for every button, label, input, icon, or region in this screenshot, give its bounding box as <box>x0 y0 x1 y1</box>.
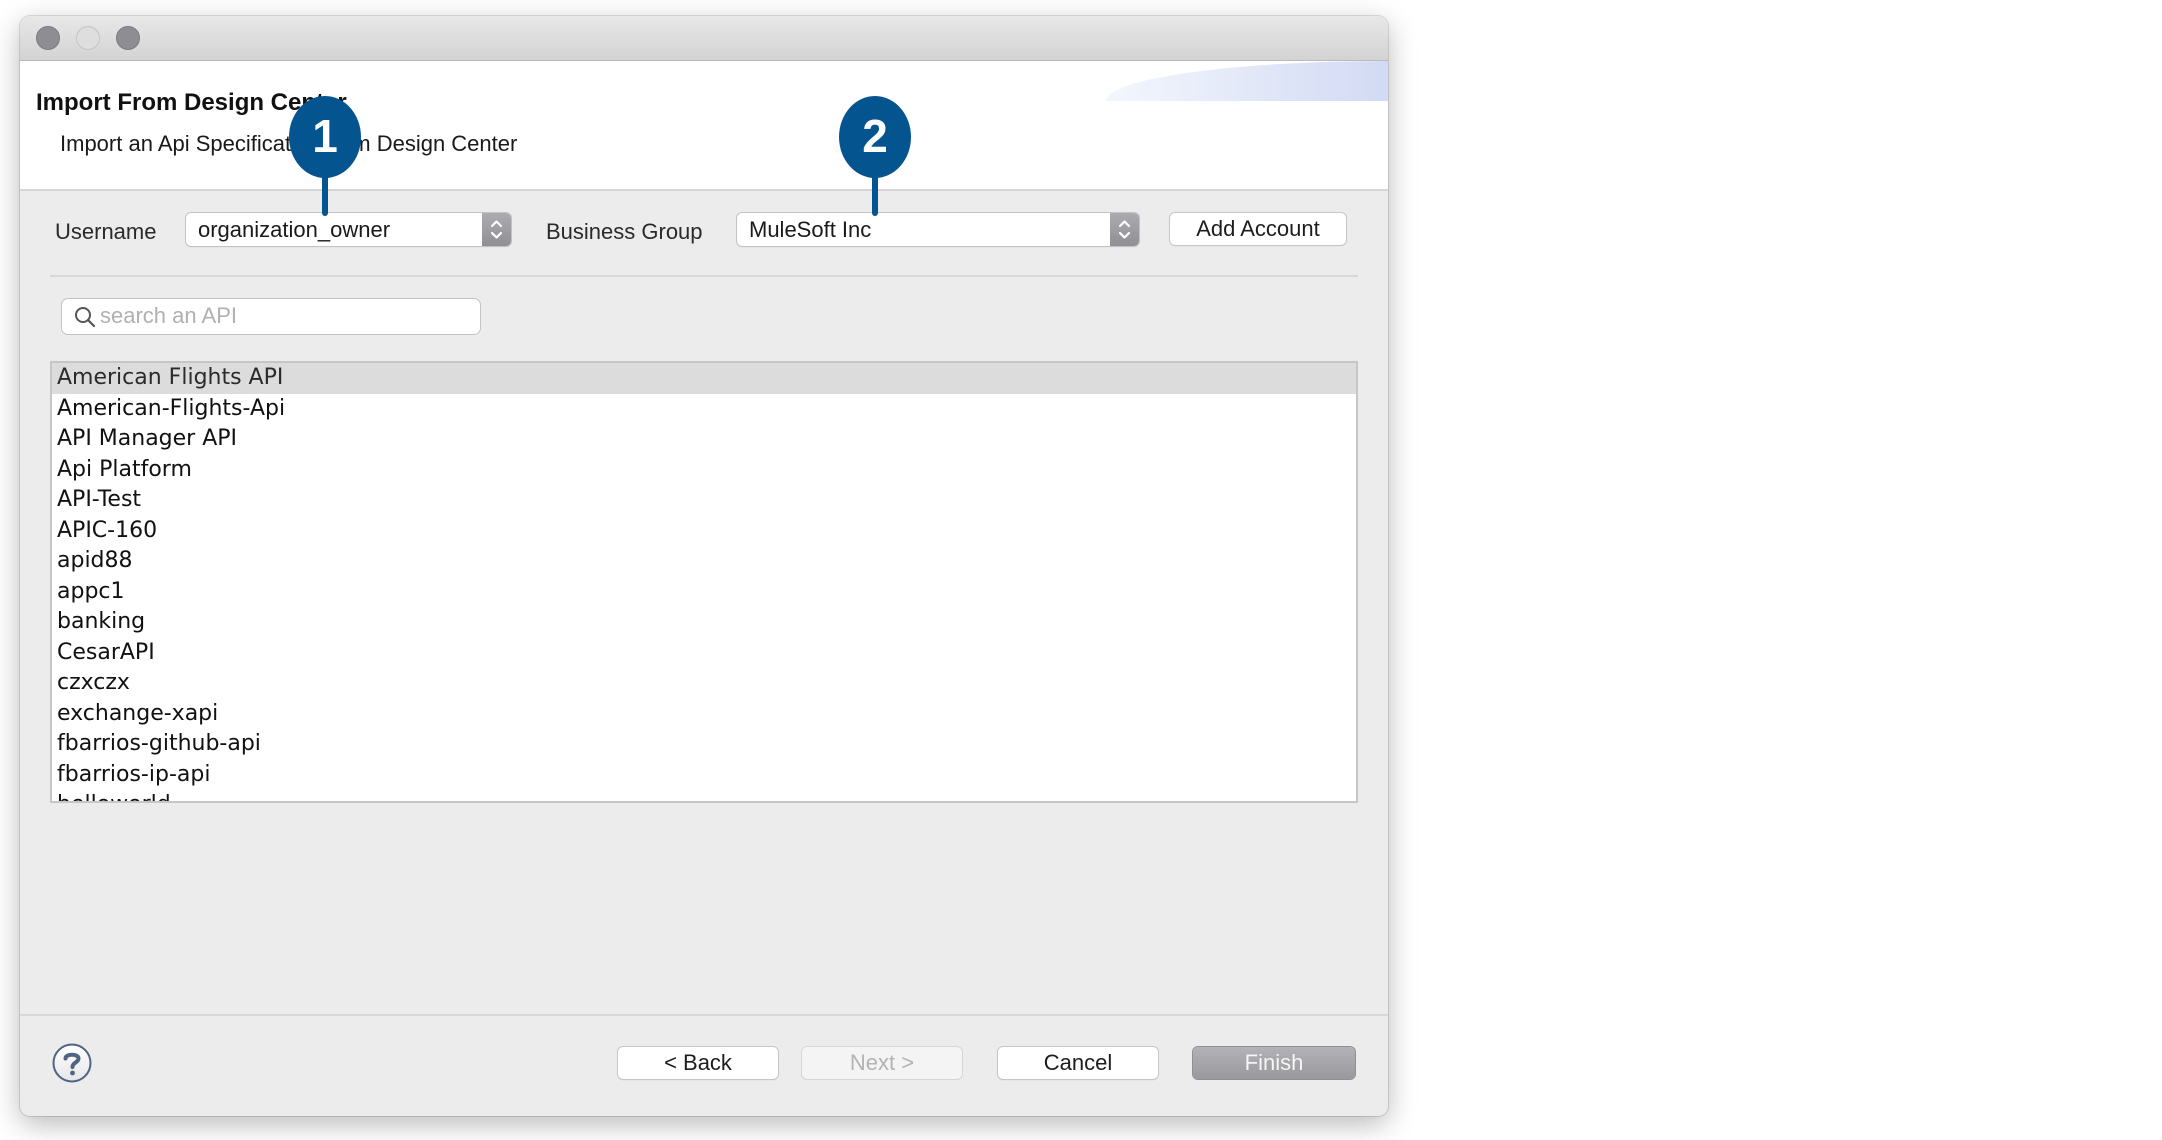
business-group-select[interactable]: MuleSoft Inc <box>737 213 1139 246</box>
search-input[interactable] <box>100 301 470 331</box>
finish-button[interactable]: Finish <box>1193 1047 1355 1079</box>
api-list-item[interactable]: API-Test <box>52 485 1356 516</box>
api-list-item[interactable]: American-Flights-Api <box>52 394 1356 425</box>
next-button[interactable]: Next > <box>802 1047 962 1079</box>
username-label: Username <box>55 219 157 244</box>
api-list-item[interactable]: Api Platform <box>52 455 1356 486</box>
cancel-button[interactable]: Cancel <box>998 1047 1158 1079</box>
api-list-item[interactable]: fbarrios-github-api <box>52 729 1356 760</box>
search-icon <box>73 305 97 334</box>
help-question-icon <box>52 1043 92 1083</box>
api-list-item[interactable]: exchange-xapi <box>52 699 1356 730</box>
api-list-item[interactable]: APIC-160 <box>52 516 1356 547</box>
api-list-item[interactable]: fbarrios-ip-api <box>52 760 1356 791</box>
api-list-item[interactable]: CesarAPI <box>52 638 1356 669</box>
username-select[interactable]: organization_owner <box>186 213 511 246</box>
add-account-button[interactable]: Add Account <box>1170 213 1346 245</box>
api-list-item[interactable]: czxczx <box>52 668 1356 699</box>
close-window-button[interactable] <box>36 26 60 50</box>
minimize-window-button[interactable] <box>76 26 100 50</box>
api-list[interactable]: American Flights API American-Flights-Api… <box>50 361 1358 803</box>
title-bar <box>20 16 1388 61</box>
api-list-item[interactable]: American Flights API <box>52 363 1356 394</box>
import-dialog-window: Import From Design Center Import an Api … <box>20 16 1388 1116</box>
api-list-item[interactable]: helloworld <box>52 790 1356 801</box>
api-list-item[interactable]: appc1 <box>52 577 1356 608</box>
footer-divider <box>20 1014 1388 1016</box>
header-banner-decoration <box>1106 61 1388 101</box>
username-value: organization_owner <box>198 217 391 242</box>
back-button[interactable]: < Back <box>618 1047 778 1079</box>
up-down-chevron-icon <box>482 213 511 246</box>
callout-1-badge: 1 <box>289 96 361 178</box>
help-button[interactable] <box>52 1043 92 1083</box>
business-group-value: MuleSoft Inc <box>749 217 872 242</box>
api-list-item[interactable]: apid88 <box>52 546 1356 577</box>
section-divider <box>50 275 1358 277</box>
search-field[interactable] <box>62 299 480 334</box>
business-group-label: Business Group <box>546 219 703 244</box>
api-list-item[interactable]: banking <box>52 607 1356 638</box>
api-list-item[interactable]: API Manager API <box>52 424 1356 455</box>
zoom-window-button[interactable] <box>116 26 140 50</box>
up-down-chevron-icon <box>1110 213 1139 246</box>
wizard-header: Import From Design Center Import an Api … <box>20 61 1388 191</box>
callout-2-badge: 2 <box>839 96 911 178</box>
